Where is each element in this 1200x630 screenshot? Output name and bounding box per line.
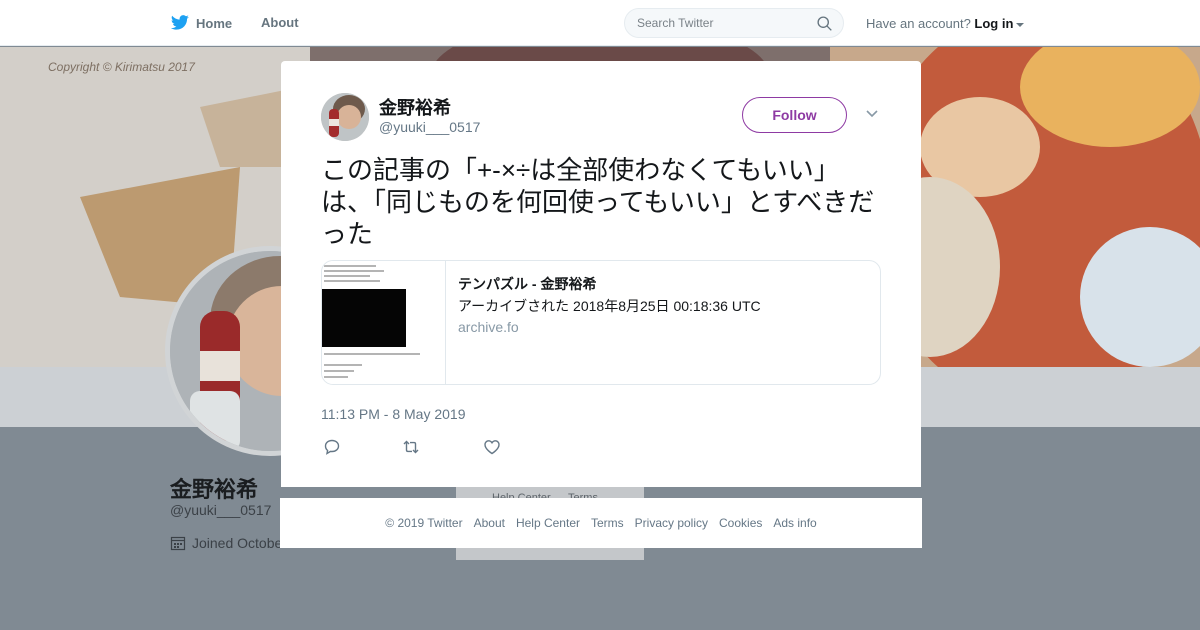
profile-joined-text: Joined October: [192, 535, 287, 551]
nav-home[interactable]: Home: [170, 15, 232, 31]
profile-name: 金野裕希: [170, 477, 259, 502]
card-description: アーカイブされた 2018年8月25日 00:18:36 UTC: [458, 298, 761, 314]
search-input[interactable]: Search Twitter: [624, 8, 844, 38]
tweet-timestamp[interactable]: 11:13 PM - 8 May 2019: [321, 406, 465, 422]
twitter-bird-icon: [170, 15, 189, 30]
footer-link-terms[interactable]: Terms: [591, 516, 624, 530]
tweet-author-name[interactable]: 金野裕希: [379, 94, 451, 120]
tweet-text: この記事の「+-×÷は全部使わなくてもいい」は、「同じものを何回使ってもいい」と…: [321, 155, 875, 249]
nav-about-label: About: [261, 15, 299, 30]
nav-about[interactable]: About: [261, 15, 299, 30]
tweet-author-handle[interactable]: @yuuki___0517: [379, 119, 480, 135]
retweet-icon[interactable]: [402, 438, 420, 456]
footer-link-ads-info[interactable]: Ads info: [773, 516, 816, 530]
card-title: テンパズル - 金野裕希: [458, 276, 597, 292]
modal-footer: © 2019 Twitter About Help Center Terms P…: [280, 498, 922, 548]
author-avatar-photo: [321, 93, 369, 141]
login-menu[interactable]: Have an account? Log in: [866, 16, 1025, 31]
footer-link-about[interactable]: About: [474, 516, 505, 530]
tweet-modal: 金野裕希 @yuuki___0517 Follow この記事の「+-×÷は全部使…: [281, 61, 921, 487]
login-link[interactable]: Log in: [974, 16, 1013, 31]
link-card[interactable]: テンパズル - 金野裕希 アーカイブされた 2018年8月25日 00:18:3…: [321, 260, 881, 385]
nav-home-label: Home: [196, 15, 233, 31]
calendar-icon: [170, 536, 186, 551]
card-thumbnail: [322, 261, 446, 384]
chevron-down-icon[interactable]: [865, 109, 879, 119]
banner-copyright: Copyright © Kirimatsu 2017: [48, 60, 195, 74]
profile-joined: Joined October: [170, 535, 287, 551]
footer-link-cookies[interactable]: Cookies: [719, 516, 762, 530]
footer-link-help-center[interactable]: Help Center: [516, 516, 580, 530]
close-icon[interactable]: [1156, 14, 1176, 34]
caret-down-icon: [1016, 22, 1025, 27]
account-prompt: Have an account?: [866, 16, 971, 31]
top-navigation-bar: Home About Search Twitter Have an accoun…: [0, 0, 1200, 46]
follow-button[interactable]: Follow: [742, 97, 847, 133]
footer-copyright: © 2019 Twitter: [385, 516, 463, 530]
card-domain: archive.fo: [458, 319, 519, 335]
search-placeholder: Search Twitter: [637, 16, 714, 30]
search-icon[interactable]: [816, 15, 833, 32]
profile-handle: @yuuki___0517: [170, 502, 272, 518]
thumbnail-black-block: [322, 289, 406, 347]
footer-link-privacy[interactable]: Privacy policy: [635, 516, 708, 530]
like-heart-icon[interactable]: [483, 438, 501, 456]
reply-icon[interactable]: [323, 438, 341, 456]
tweet-author-avatar[interactable]: [321, 93, 369, 141]
